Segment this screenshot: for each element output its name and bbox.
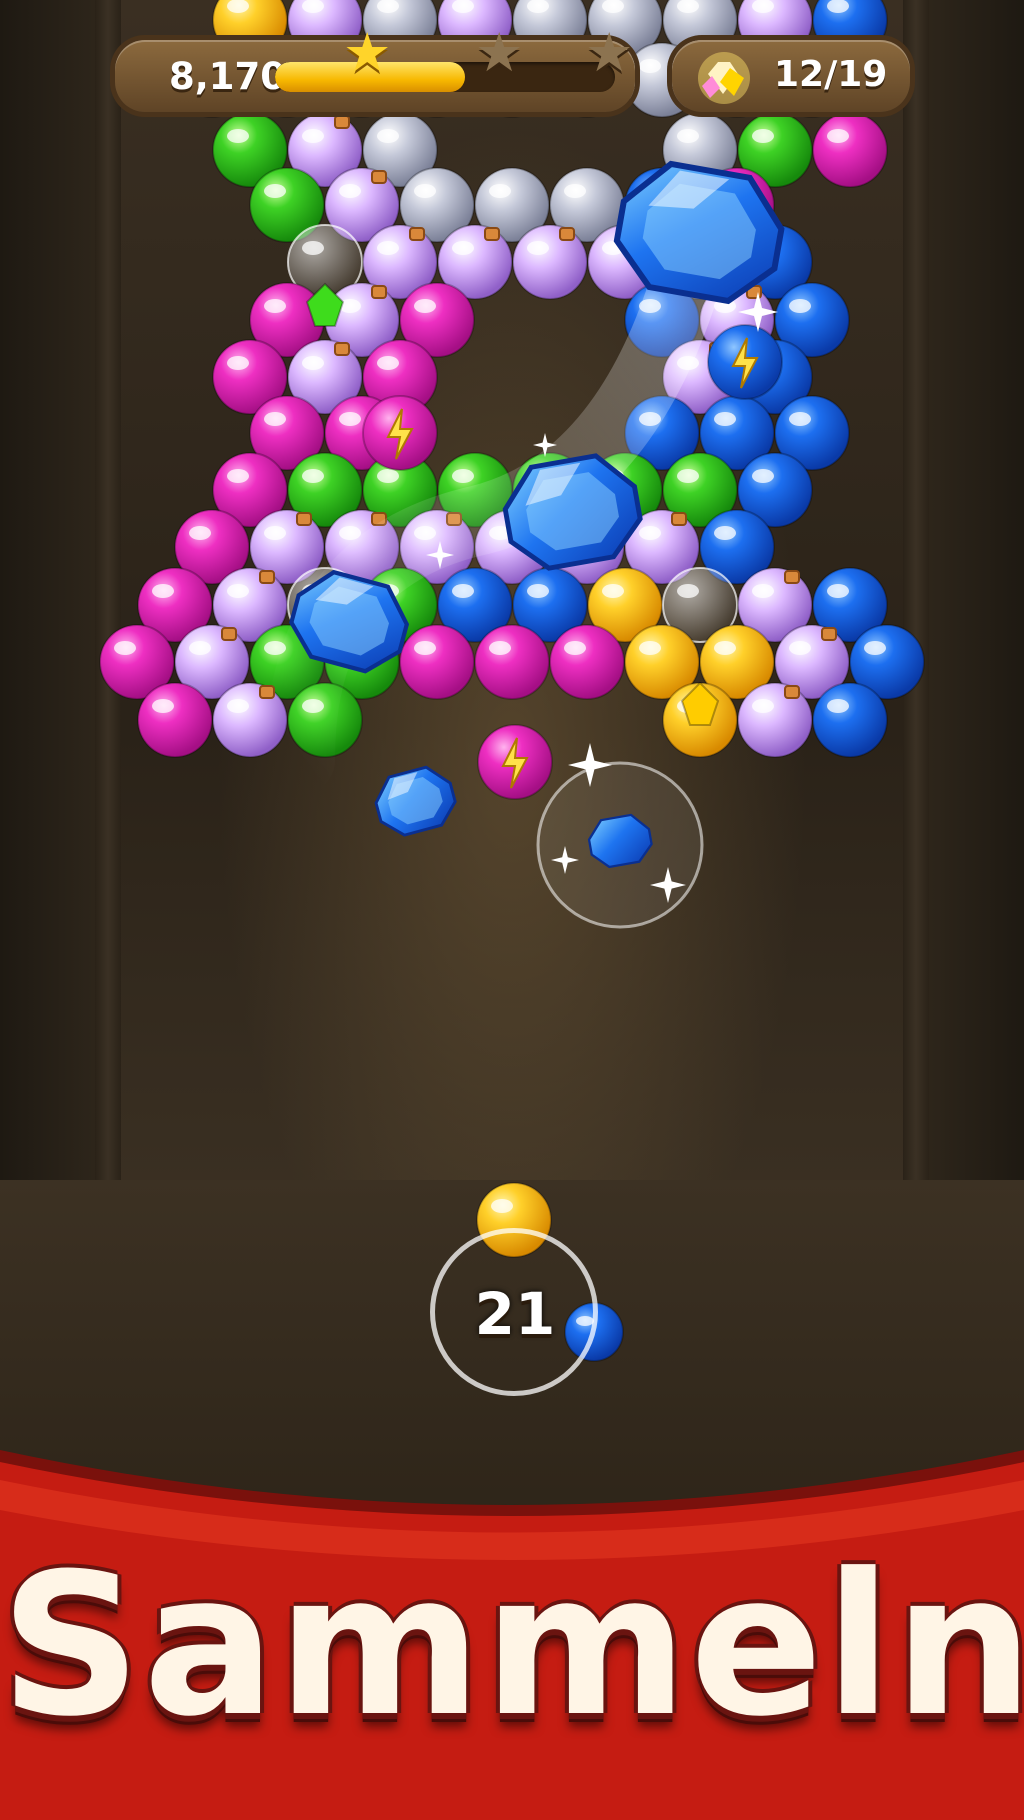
lightning-bubble (707, 324, 783, 400)
pink-bubble (812, 112, 888, 188)
score-value: 8,170 (169, 55, 287, 98)
blue-gem-icon (374, 765, 457, 837)
shots-remaining: 21 (474, 1280, 556, 1348)
gem-pile-icon (698, 52, 750, 104)
game-screen: 8,170 ★ ★ ★ 12/19 21 Sammeln (0, 0, 1024, 1820)
blue-bubble (812, 682, 888, 758)
pink-bubble (399, 624, 475, 700)
score-panel: 8,170 ★ ★ ★ (115, 26, 635, 112)
pink-bubble (137, 682, 213, 758)
star-3-icon: ★ (585, 21, 634, 84)
star-1-icon: ★ (343, 21, 392, 84)
bubble-grid (99, 0, 925, 800)
gems-collected-value: 12/19 (774, 54, 888, 95)
gem-counter-panel: 12/19 (672, 40, 910, 112)
lightning-bubble (477, 724, 553, 800)
pink-bubble (549, 624, 625, 700)
potion-bubble (737, 682, 813, 758)
score-progress-bar (275, 62, 615, 92)
potion-bubble (512, 224, 588, 300)
gem-pop-bubble (536, 761, 704, 929)
star-2-icon: ★ (475, 21, 524, 84)
pink-bubble (474, 624, 550, 700)
lightning-bubble (362, 395, 438, 471)
banner-title: Sammeln (0, 1532, 1024, 1760)
